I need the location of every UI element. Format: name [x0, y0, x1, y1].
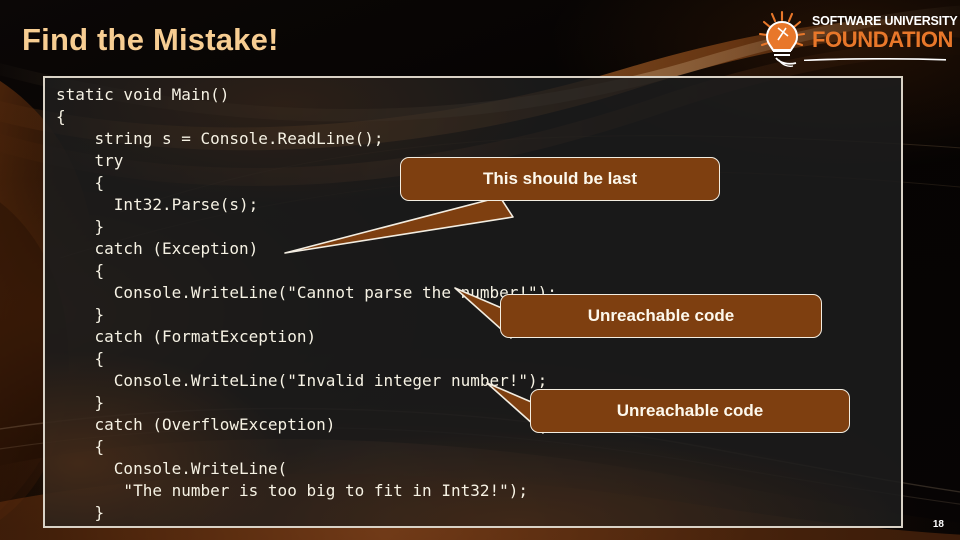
- callout-tail-this-should-be-last: [284, 196, 514, 254]
- callout-this-should-be-last[interactable]: This should be last: [400, 157, 720, 201]
- callout-label: Unreachable code: [616, 401, 764, 420]
- logo-text: SOFTWARE UNIVERSITY FOUNDATION: [812, 14, 958, 52]
- page-number: 18: [932, 519, 944, 530]
- page-title: Find the Mistake!: [22, 22, 279, 57]
- logo-underline: [804, 58, 946, 61]
- callout-label: Unreachable code: [587, 306, 735, 325]
- brand-logo: SOFTWARE UNIVERSITY FOUNDATION: [748, 8, 958, 70]
- callout-label: This should be last: [483, 169, 637, 188]
- slide: Find the Mistake! SOFTWARE UNIVERSITY FO…: [0, 0, 960, 540]
- logo-line-software-university: SOFTWARE UNIVERSITY: [812, 14, 958, 28]
- logo-line-foundation: FOUNDATION: [812, 27, 954, 52]
- callout-unreachable-code-2[interactable]: Unreachable code: [530, 389, 850, 433]
- callout-unreachable-code-1[interactable]: Unreachable code: [500, 294, 822, 338]
